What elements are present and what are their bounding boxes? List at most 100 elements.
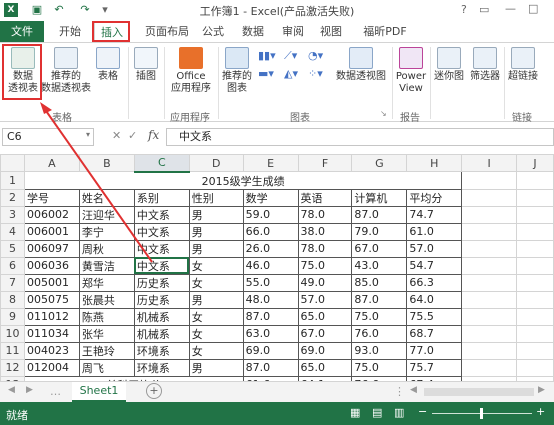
data-cell[interactable]: 历史系 (133, 290, 190, 309)
worksheet-grid[interactable]: A B C D E F G H I J 1 2015级学生成绩 2 学号 姓名 … (0, 154, 554, 411)
data-cell[interactable]: 67.0 (351, 239, 408, 258)
zoom-in-icon[interactable]: + (536, 405, 545, 418)
data-cell[interactable]: 女 (188, 307, 244, 326)
column-header[interactable]: H (406, 154, 463, 172)
bar-chart-icon[interactable]: ▬▾ (258, 67, 274, 80)
scroll-right-icon[interactable]: ▶ (538, 385, 545, 395)
office-apps-button[interactable]: Office 应用程序 (166, 47, 216, 95)
dialog-launcher-icon[interactable]: ↘ (380, 109, 387, 118)
zoom-out-icon[interactable]: − (418, 405, 427, 418)
data-cell[interactable]: 79.0 (351, 222, 408, 241)
pivot-chart-button[interactable]: 数据透视图 (332, 47, 390, 83)
data-cell[interactable]: 历史系 (133, 273, 190, 292)
recommended-pivot-button[interactable]: 推荐的 数据透视表 (40, 47, 92, 95)
scatter-chart-icon[interactable]: ⁘▾ (308, 67, 323, 80)
data-cell[interactable]: 78.0 (297, 239, 353, 258)
data-cell[interactable]: 郑华 (78, 273, 135, 292)
data-cell[interactable]: 张晨共 (78, 290, 135, 309)
data-cell[interactable]: 54.7 (406, 256, 463, 275)
data-cell[interactable]: 男 (188, 222, 244, 241)
column-header[interactable]: D (188, 154, 244, 172)
header-cell[interactable]: 数学 (242, 188, 299, 207)
cell[interactable] (516, 239, 554, 258)
data-cell[interactable]: 55.0 (242, 273, 299, 292)
data-cell[interactable]: 66.0 (242, 222, 299, 241)
tab-file[interactable]: 文件 (0, 21, 44, 42)
formula-input[interactable]: 中文系 (166, 128, 554, 146)
normal-view-icon[interactable]: ▦ (350, 406, 360, 419)
row-header[interactable]: 4 (0, 222, 25, 241)
data-cell[interactable]: 69.0 (242, 341, 299, 360)
row-header[interactable]: 2 (0, 188, 25, 207)
hyperlink-button[interactable]: 超链接 (506, 47, 540, 83)
data-cell[interactable]: 64.0 (406, 290, 463, 309)
area-chart-icon[interactable]: ◭▾ (284, 67, 298, 80)
data-cell[interactable]: 女 (188, 341, 244, 360)
row-header[interactable]: 8 (0, 290, 25, 309)
data-cell[interactable]: 机械系 (133, 307, 190, 326)
data-cell[interactable]: 中文系 (133, 205, 190, 224)
data-cell[interactable]: 周秋 (78, 239, 135, 258)
data-cell[interactable]: 75.0 (297, 256, 353, 275)
column-header[interactable]: J (516, 154, 554, 172)
data-cell[interactable]: 66.3 (406, 273, 463, 292)
data-cell[interactable]: 87.0 (351, 290, 408, 309)
help-icon[interactable]: ? (461, 3, 467, 16)
recommended-charts-button[interactable]: 推荐的 图表 (220, 47, 254, 95)
row-header[interactable]: 3 (0, 205, 25, 224)
scroll-right-icon[interactable]: ▶ (26, 385, 33, 395)
slicer-button[interactable]: 筛选器 (468, 47, 502, 83)
data-cell[interactable]: 57.0 (406, 239, 463, 258)
zoom-slider-thumb[interactable] (480, 408, 483, 419)
new-sheet-icon[interactable]: + (146, 383, 162, 399)
insert-function-icon[interactable]: fx (148, 128, 159, 142)
data-cell[interactable]: 75.0 (351, 358, 408, 377)
tab-foxit-pdf[interactable]: 福昕PDF (354, 21, 416, 42)
header-cell[interactable]: 计算机 (351, 188, 408, 207)
data-cell[interactable]: 011034 (23, 324, 80, 343)
data-cell[interactable]: 75.7 (406, 358, 463, 377)
data-cell[interactable]: 张华 (78, 324, 135, 343)
ribbon-display-icon[interactable]: ▭ (479, 3, 489, 16)
data-cell[interactable]: 女 (188, 256, 244, 275)
maximize-icon[interactable]: □ (528, 2, 538, 15)
data-cell[interactable]: 机械系 (133, 324, 190, 343)
cell[interactable] (516, 222, 554, 241)
cell[interactable] (461, 341, 518, 360)
pie-chart-icon[interactable]: ◔▾ (308, 49, 323, 62)
data-cell[interactable]: 87.0 (242, 307, 299, 326)
cell[interactable] (461, 205, 518, 224)
data-cell[interactable]: 男 (188, 239, 244, 258)
cell[interactable] (461, 290, 518, 309)
data-cell[interactable]: 男 (188, 205, 244, 224)
column-header[interactable]: C (133, 154, 190, 173)
data-cell[interactable]: 77.0 (406, 341, 463, 360)
data-cell[interactable]: 87.0 (242, 358, 299, 377)
cancel-icon[interactable]: ✕ (112, 129, 121, 142)
header-cell[interactable]: 学号 (23, 188, 80, 207)
sheet-title-cell[interactable]: 2015级学生成绩 (23, 171, 463, 190)
data-cell[interactable]: 46.0 (242, 256, 299, 275)
cell[interactable] (461, 256, 518, 275)
data-cell[interactable]: 65.0 (297, 358, 353, 377)
tab-home[interactable]: 开始 (52, 21, 88, 42)
active-cell[interactable]: 中文系 (133, 256, 190, 275)
cell[interactable] (516, 307, 554, 326)
column-chart-icon[interactable]: ▮▮▾ (258, 49, 276, 62)
tab-data[interactable]: 数据 (236, 21, 270, 42)
data-cell[interactable]: 006097 (23, 239, 80, 258)
data-cell[interactable]: 38.0 (297, 222, 353, 241)
tab-view[interactable]: 视图 (314, 21, 348, 42)
cell[interactable] (461, 324, 518, 343)
data-cell[interactable]: 65.0 (297, 307, 353, 326)
cell[interactable] (461, 239, 518, 258)
data-cell[interactable]: 汪迎华 (78, 205, 135, 224)
row-header[interactable]: 6 (0, 256, 25, 275)
column-header[interactable]: G (351, 154, 408, 172)
data-cell[interactable]: 004023 (23, 341, 80, 360)
data-cell[interactable]: 011012 (23, 307, 80, 326)
sparkline-button[interactable]: 迷你图 (432, 47, 466, 83)
name-box-dropdown-icon[interactable]: ▾ (86, 130, 90, 139)
row-header[interactable]: 10 (0, 324, 25, 343)
data-cell[interactable]: 61.0 (406, 222, 463, 241)
